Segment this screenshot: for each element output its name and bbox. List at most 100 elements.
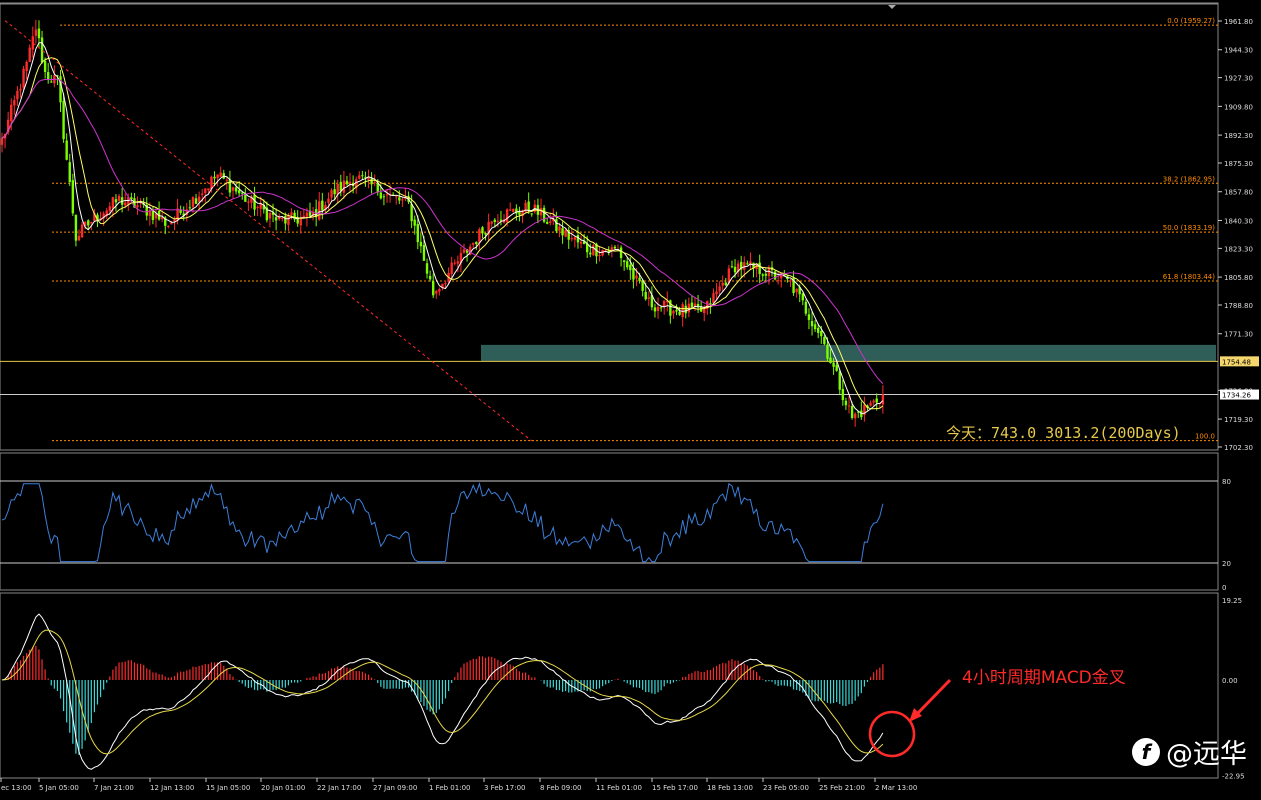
candle-body (598, 254, 601, 256)
candle-body (385, 194, 389, 196)
candle-body (481, 227, 484, 234)
candle-body (361, 175, 364, 177)
candle-body (167, 225, 170, 227)
weibo-f-logo-icon: f (1132, 737, 1160, 766)
candle-body (47, 72, 50, 80)
candle-body (656, 306, 660, 312)
candle-body (188, 207, 192, 209)
candle-body (228, 179, 232, 193)
x-tick-label: 1 Feb 01:00 (429, 784, 470, 792)
candle-body (16, 90, 19, 100)
candle-body (558, 226, 561, 231)
candle-body (823, 336, 826, 345)
annotation-circle (868, 710, 916, 758)
candle-body (28, 47, 31, 62)
candle-body (413, 219, 416, 226)
candle-body (0, 138, 4, 145)
candle-body (225, 179, 229, 181)
candle-body (638, 277, 641, 281)
candle-body (810, 321, 814, 327)
rsi-tick-label: 20 (1222, 560, 1231, 568)
candle-body (659, 307, 663, 309)
fib-label: 0.0 (1959.27) (1167, 17, 1215, 25)
candle-body (690, 302, 694, 308)
candle-body (422, 244, 426, 261)
candle-body (850, 406, 854, 418)
candle-body (438, 289, 441, 292)
candle-body (111, 197, 115, 209)
candle-body (425, 263, 429, 274)
candle-body (201, 193, 204, 196)
candle-body (65, 140, 68, 160)
candle-body (219, 172, 222, 177)
candle-body (77, 236, 81, 241)
candle-body (204, 188, 207, 194)
candle-body (549, 221, 552, 223)
candle-body (743, 262, 746, 270)
candle-body (216, 174, 219, 179)
candle-body (197, 196, 201, 202)
candle-body (678, 311, 681, 315)
candle-body (68, 162, 71, 182)
candle-body (715, 291, 718, 295)
candle-body (512, 208, 515, 212)
candle-body (382, 196, 386, 198)
candle-body (853, 413, 857, 419)
trend-line (4, 20, 533, 442)
candle-body (333, 189, 336, 195)
candle-body (74, 215, 78, 241)
price-panel-border (0, 2, 1219, 451)
candle-body (733, 266, 737, 273)
candle-body (428, 275, 432, 280)
candle-body (37, 28, 41, 39)
candle-body (807, 314, 811, 320)
x-tick-label: 12 Jan 13:00 (150, 784, 194, 792)
candle-body (635, 275, 638, 279)
candle-body (647, 297, 650, 299)
candle-body (90, 222, 93, 224)
candle-body (253, 195, 256, 210)
candle-body (530, 213, 533, 215)
candle-body (684, 305, 687, 314)
candle-body (151, 210, 155, 220)
candle-body (299, 217, 302, 226)
candle-body (25, 61, 28, 71)
candle-body (71, 180, 75, 214)
candle-body (703, 308, 706, 314)
candle-body (644, 291, 647, 300)
candle-body (453, 262, 456, 264)
x-tick-label: 18 Feb 13:00 (707, 784, 753, 792)
candle-body (281, 217, 284, 219)
x-tick-label: 25 Feb 21:00 (819, 784, 865, 792)
candle-body (247, 201, 250, 203)
candle-body (284, 215, 287, 224)
x-tick-label: 11 Feb 01:00 (596, 784, 642, 792)
y-tick-label: 1840.30 (1224, 217, 1253, 225)
x-tick-label: 15 Feb 17:00 (652, 784, 698, 792)
x-tick-label: 2 Mar 13:00 (875, 784, 917, 792)
price-chart[interactable]: 0.0 (1959.27) 38.2 (1862.95) 50.0 (1833.19… (0, 0, 1261, 800)
candle-body (327, 198, 330, 203)
candle-body (761, 274, 764, 276)
candle-body (321, 200, 324, 211)
fib-label: 38.2 (1862.95) (1163, 175, 1215, 183)
candle-body (518, 211, 521, 215)
candle-body (124, 202, 127, 206)
candle-body (589, 252, 592, 255)
support-zone (481, 344, 1216, 362)
candle-body (318, 201, 321, 220)
y-tick-label: 1875.30 (1224, 160, 1253, 168)
y-tick-label: 1892.30 (1224, 132, 1253, 140)
candle-body (345, 180, 349, 185)
candle-body (555, 219, 558, 232)
macd-note: 4小时周期MACD金叉 (962, 668, 1126, 688)
candle-body (629, 264, 632, 271)
candle-body (817, 327, 820, 333)
candle-body (348, 181, 352, 184)
rsi-line (1, 481, 884, 563)
y-tick-label: 1823.30 (1224, 245, 1253, 253)
y-tick-label: 1944.30 (1224, 47, 1253, 55)
candle-body (570, 238, 573, 240)
rsi-panel-border (0, 452, 1219, 591)
candle-body (34, 29, 38, 36)
